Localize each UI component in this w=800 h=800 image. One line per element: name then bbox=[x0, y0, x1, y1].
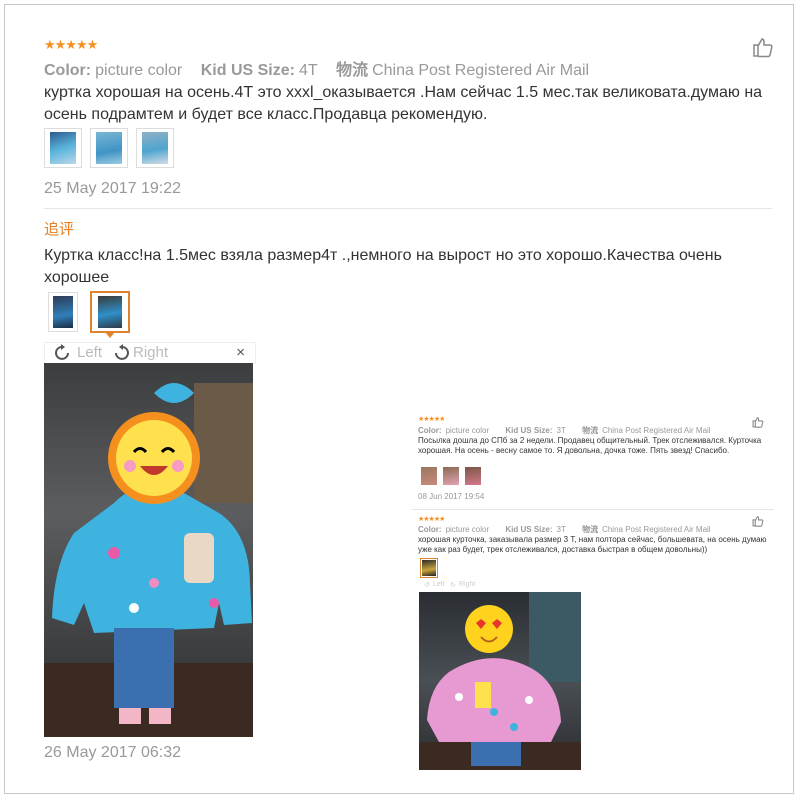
rotate-left-button[interactable]: Left bbox=[77, 344, 102, 361]
rating-stars: ★★★★★ bbox=[418, 416, 445, 423]
shipping-value: China Post Registered Air Mail bbox=[372, 62, 590, 79]
review-photo-thumb[interactable] bbox=[136, 128, 174, 168]
shipping-label: 物流 bbox=[582, 525, 599, 534]
color-value: picture color bbox=[445, 426, 490, 435]
shipping-label: 物流 bbox=[336, 62, 369, 79]
followup-text: Куртка класс!на 1.5мес взяла размер4т .,… bbox=[44, 247, 722, 286]
color-label: Color: bbox=[418, 525, 442, 534]
review-text: куртка хорошая на осень.4Т это xxxl_оказ… bbox=[44, 84, 763, 123]
divider bbox=[412, 509, 774, 510]
thumbs-up-icon[interactable] bbox=[752, 514, 764, 527]
review-photo-thumb[interactable] bbox=[90, 128, 128, 168]
thumbs-up-icon[interactable] bbox=[752, 36, 774, 58]
thumbs-up-icon[interactable] bbox=[752, 415, 764, 428]
review-photo-thumb[interactable] bbox=[44, 128, 82, 168]
rotate-right-icon[interactable]: ↻ bbox=[450, 581, 456, 589]
review-photo-thumb[interactable] bbox=[464, 466, 482, 486]
rating-stars: ★★★★★ bbox=[418, 516, 445, 523]
rotate-left-icon[interactable]: ↺ bbox=[424, 581, 430, 589]
size-value: 4T bbox=[298, 62, 318, 79]
divider bbox=[44, 208, 772, 209]
size-label: Kid US Size: bbox=[200, 62, 295, 79]
size-label: Kid US Size: bbox=[505, 525, 553, 534]
review-text: Посылка дошла до СПб за 2 недели. Продав… bbox=[418, 436, 762, 455]
review-meta: Color: picture color Kid US Size: 4T 物流 Chi… bbox=[44, 56, 603, 80]
review-date: 08 Jun 2017 19:54 bbox=[418, 492, 485, 501]
size-value: 3T bbox=[556, 426, 566, 435]
rating-stars: ★★★★★ bbox=[44, 37, 98, 52]
size-label: Kid US Size: bbox=[505, 426, 553, 435]
color-value: picture color bbox=[95, 62, 183, 79]
review-photo-thumb-selected[interactable] bbox=[420, 558, 438, 578]
size-value: 3T bbox=[556, 525, 566, 534]
review-meta: Color: picture color Kid US Size: 3T 物流 Chi… bbox=[418, 524, 725, 535]
followup-date: 26 May 2017 06:32 bbox=[44, 744, 181, 761]
photo-viewer-toolbar: Left Right × bbox=[44, 342, 256, 364]
photo-viewer-toolbar: ↺ Left ↻ Right bbox=[420, 581, 570, 591]
review-photo-large bbox=[44, 363, 253, 737]
review-photo-thumb[interactable] bbox=[442, 466, 460, 486]
color-label: Color: bbox=[418, 426, 442, 435]
review-photo-thumb[interactable] bbox=[420, 466, 438, 486]
followup-photo-thumb[interactable] bbox=[48, 292, 78, 332]
followup-label: 追评 bbox=[44, 221, 75, 238]
shipping-value: China Post Registered Air Mail bbox=[602, 525, 711, 534]
color-label: Color: bbox=[44, 62, 92, 79]
review-text: хорошая курточка, заказывала размер 3 Т,… bbox=[418, 535, 767, 554]
shipping-label: 物流 bbox=[582, 426, 599, 435]
rotate-right-button[interactable]: Right bbox=[133, 344, 168, 361]
review-date: 25 May 2017 19:22 bbox=[44, 180, 181, 197]
review-meta: Color: picture color Kid US Size: 3T 物流 Chi… bbox=[418, 425, 725, 436]
rotate-right-button[interactable]: Right bbox=[459, 581, 475, 588]
close-viewer-button[interactable]: × bbox=[236, 344, 245, 361]
shipping-value: China Post Registered Air Mail bbox=[602, 426, 711, 435]
review-photo-large bbox=[419, 592, 581, 770]
rotate-left-button[interactable]: Left bbox=[433, 581, 445, 588]
followup-photo-thumb-selected[interactable] bbox=[90, 291, 130, 338]
color-value: picture color bbox=[445, 525, 490, 534]
